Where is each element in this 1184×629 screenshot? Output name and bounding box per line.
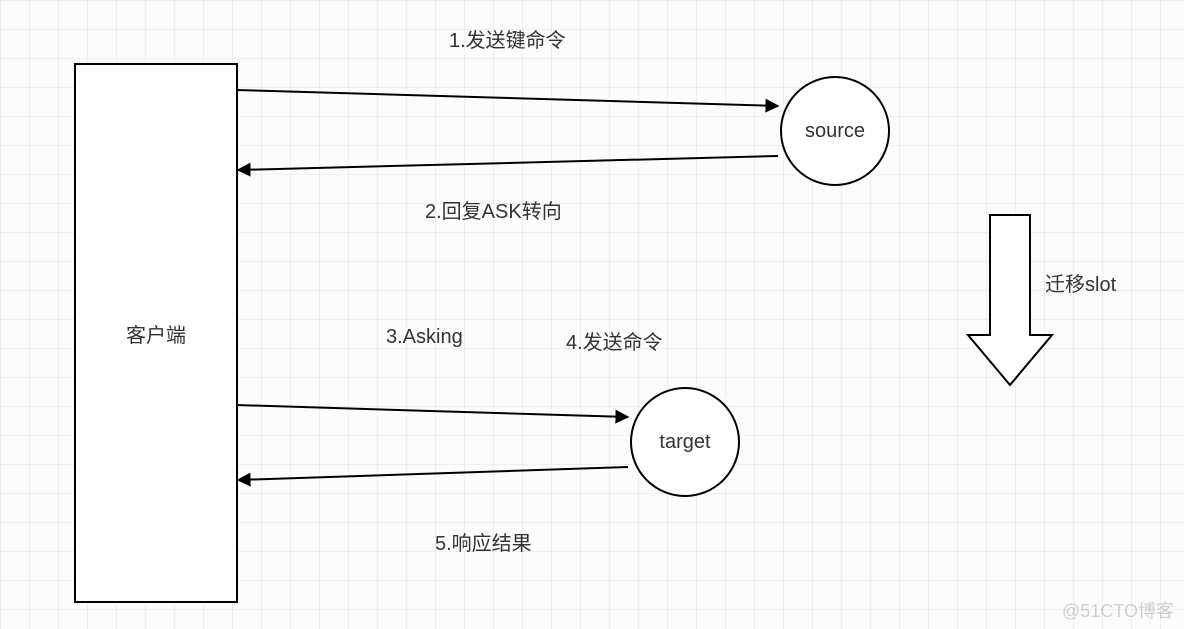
client-label: 客户端 xyxy=(126,319,186,348)
step-5-label: 5.响应结果 xyxy=(435,527,532,556)
step-4-label: 4.发送命令 xyxy=(566,326,663,355)
step-2-label: 2.回复ASK转向 xyxy=(425,195,562,224)
source-label: source xyxy=(805,120,865,143)
step-1-label: 1.发送键命令 xyxy=(449,24,566,53)
source-node: source xyxy=(780,76,890,186)
arrow-step-1 xyxy=(236,90,778,106)
migrate-arrow xyxy=(968,215,1052,385)
migrate-label: 迁移slot xyxy=(1045,268,1116,297)
arrow-step-2 xyxy=(238,156,778,170)
arrow-steps-3-4 xyxy=(236,405,628,417)
client-box: 客户端 xyxy=(74,63,238,603)
target-node: target xyxy=(630,387,740,497)
target-label: target xyxy=(659,431,710,454)
watermark: @51CTO博客 xyxy=(1062,597,1174,623)
arrow-step-5 xyxy=(238,467,628,480)
step-3-label: 3.Asking xyxy=(386,326,463,349)
